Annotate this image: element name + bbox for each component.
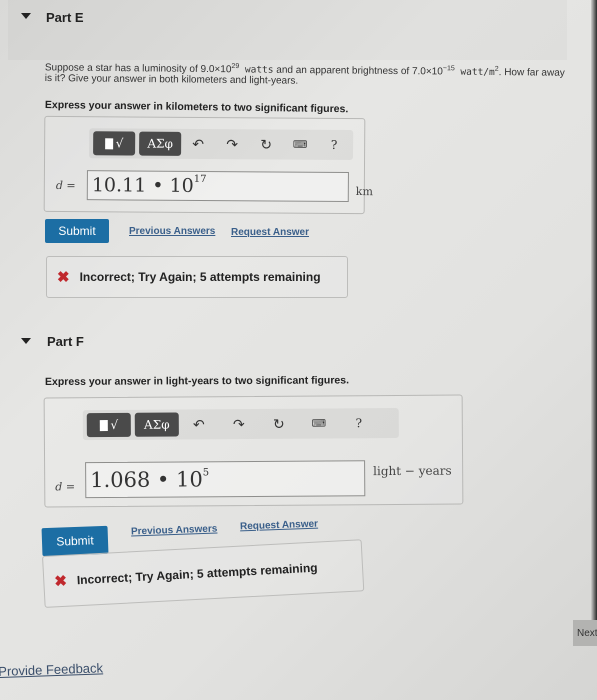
keyboard-icon[interactable]: ⌨ [299,418,339,429]
answer-exponent: 5 [202,466,210,478]
reset-icon[interactable]: ↻ [249,136,283,153]
unit-label: km [355,185,373,199]
brightness-exponent: −15 [442,65,455,73]
luminosity-unit: watts [239,64,274,76]
variable-name: d [55,178,63,193]
sqrt-icon: √ [110,417,119,432]
part-e-submit-button[interactable]: Submit [45,219,109,243]
variable-name: d [55,480,63,494]
math-toolbar: √ ΑΣφ ↶ ↷ ↻ ⌨ ? [89,128,354,161]
part-e-feedback: ✖ Incorrect; Try Again; 5 attempts remai… [46,256,348,298]
help-icon[interactable]: ? [317,138,351,152]
greek-symbols-button[interactable]: ΑΣφ [134,412,179,437]
templates-button[interactable]: √ [93,131,136,156]
provide-feedback-link[interactable]: Provide Feedback [0,660,103,679]
redo-icon[interactable]: ↷ [215,136,249,153]
part-e-prompt: Suppose a star has a luminosity of 9.0×1… [45,59,565,90]
part-f-title: Part F [47,334,84,349]
collapse-caret-icon[interactable] [21,338,31,344]
part-f-submit-button[interactable]: Submit [41,525,109,557]
part-e-previous-answers-link[interactable]: Previous Answers [129,226,215,237]
templates-icon [104,137,113,149]
brightness-value: 7.0×10 [411,66,443,78]
part-f-previous-answers-link[interactable]: Previous Answers [131,523,218,537]
undo-icon[interactable]: ↶ [179,416,219,433]
incorrect-x-icon: ✖ [53,572,68,591]
part-e-header-band [8,0,567,60]
part-f-instruction: Express your answer in light-years to tw… [45,374,350,388]
collapse-caret-icon[interactable] [21,13,31,19]
answer-value: 1.068 • 10 [90,467,203,493]
answer-value: 10.11 • 10 [91,174,194,197]
answer-exponent: 17 [193,173,207,185]
sqrt-icon: √ [115,136,124,151]
screen-edge [591,0,597,620]
feedback-text: Incorrect; Try Again; 5 attempts remaini… [79,270,321,284]
reset-icon[interactable]: ↻ [259,415,299,432]
part-f-answer-box: √ ΑΣφ ↶ ↷ ↻ ⌨ ? d = 1.068 • 10 5 light − … [43,394,464,508]
next-button[interactable]: Next [573,620,597,646]
variable-label: d = [55,480,75,493]
brightness-unit: watt/m [454,66,495,79]
keyboard-icon[interactable]: ⌨ [283,139,317,150]
part-e-request-answer-link[interactable]: Request Answer [231,227,309,238]
math-toolbar: √ ΑΣφ ↶ ↷ ↻ ⌨ ? [82,407,399,441]
luminosity-value: 9.0×10 [200,63,232,76]
part-e-instruction: Express your answer in kilometers to two… [44,99,349,116]
equals-sign: = [65,480,76,494]
variable-label: d = [56,179,76,192]
undo-icon[interactable]: ↶ [181,135,215,152]
feedback-text: Incorrect; Try Again; 5 attempts remaini… [76,560,318,588]
part-f-request-answer-link[interactable]: Request Answer [240,519,318,533]
answer-input-km[interactable]: 10.11 • 10 17 [86,170,349,203]
equals-sign: = [66,179,76,193]
templates-button[interactable]: √ [86,412,131,438]
greek-symbols-button[interactable]: ΑΣφ [139,131,182,156]
part-e-title: Part E [46,10,84,25]
answer-input-light-years[interactable]: 1.068 • 10 5 [85,460,366,499]
part-e-answer-box: √ ΑΣφ ↶ ↷ ↻ ⌨ ? d = 10.11 • 10 17 km [43,115,373,215]
unit-label: light − years [373,463,452,479]
help-icon[interactable]: ? [339,416,379,430]
templates-icon [99,419,108,431]
redo-icon[interactable]: ↷ [219,415,259,432]
incorrect-x-icon: ✖ [57,269,70,286]
